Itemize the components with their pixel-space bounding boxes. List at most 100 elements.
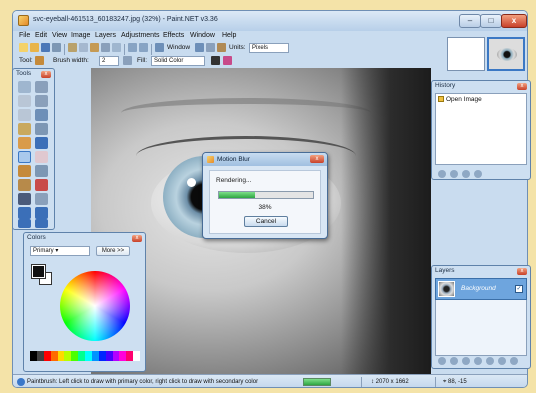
lasso-tool[interactable] (18, 95, 31, 107)
color-picker-tool[interactable] (35, 165, 48, 177)
eraser-tool[interactable] (35, 151, 48, 163)
menu-effects[interactable]: Effects (163, 32, 184, 39)
ruler-icon[interactable] (217, 43, 226, 52)
palette-swatch[interactable] (43, 351, 51, 361)
title-bar[interactable]: svc-eyeball-461513_60183247.jpg (32%) - … (13, 11, 527, 31)
move-down-icon[interactable] (498, 357, 506, 365)
palette-swatch[interactable] (91, 351, 99, 361)
color-mode-select[interactable]: Primary ▾ (30, 246, 90, 256)
palette-swatch[interactable] (36, 351, 44, 361)
palette-swatch[interactable] (64, 351, 72, 361)
move-tool[interactable] (35, 81, 48, 93)
fill-select[interactable]: Solid Color (151, 56, 205, 66)
undo-icon[interactable] (128, 43, 137, 52)
print-icon[interactable] (52, 43, 61, 52)
dialog-close-button[interactable]: x (310, 155, 324, 163)
open-icon[interactable] (30, 43, 39, 52)
layers-panel-close[interactable]: x (517, 268, 527, 275)
cancel-button[interactable]: Cancel (244, 216, 288, 227)
layer-visibility-checkbox[interactable]: ✓ (515, 285, 523, 293)
step-back-icon[interactable] (450, 170, 458, 178)
alpha-blend-icon[interactable] (223, 56, 232, 65)
freeform-shape-tool[interactable] (35, 219, 48, 228)
color-palette[interactable] (30, 351, 140, 361)
paintbrush-icon[interactable] (35, 56, 44, 65)
deselect-icon[interactable] (112, 43, 121, 52)
copy-icon[interactable] (79, 43, 88, 52)
palette-swatch[interactable] (78, 351, 85, 361)
antialias-icon[interactable] (123, 56, 132, 65)
menu-edit[interactable]: Edit (35, 32, 47, 39)
palette-swatch[interactable] (105, 351, 113, 361)
palette-swatch[interactable] (57, 351, 65, 361)
step-forward-icon[interactable] (462, 170, 470, 178)
recolor-tool[interactable] (35, 179, 48, 191)
ellipse-tool[interactable] (18, 219, 31, 228)
redo-icon[interactable] (139, 43, 148, 52)
palette-swatch[interactable] (98, 351, 106, 361)
line-tool[interactable] (35, 193, 48, 205)
pan-tool[interactable] (35, 123, 48, 135)
move-selection-tool[interactable] (35, 95, 48, 107)
history-panel-close[interactable]: x (517, 83, 527, 90)
brush-width-field[interactable]: 2 (99, 56, 119, 66)
paintbrush-tool[interactable] (18, 151, 31, 163)
grid-icon[interactable] (206, 43, 215, 52)
more-colors-button[interactable]: More >> (96, 246, 130, 256)
rectangle-tool[interactable] (18, 207, 31, 219)
palette-swatch[interactable] (133, 351, 140, 361)
zoom-icon[interactable] (155, 43, 164, 52)
maximize-button[interactable]: □ (480, 14, 502, 28)
zoom-tool[interactable] (35, 109, 48, 121)
ellipse-select-tool[interactable] (18, 109, 31, 121)
layer-row-background[interactable]: Background ✓ (435, 278, 527, 300)
layer-properties-icon[interactable] (510, 357, 518, 365)
undo-history-icon[interactable] (438, 170, 446, 178)
palette-swatch[interactable] (119, 351, 127, 361)
primary-color-swatch[interactable] (31, 264, 46, 279)
palette-swatch[interactable] (30, 351, 37, 361)
palette-swatch[interactable] (112, 351, 120, 361)
rounded-rectangle-tool[interactable] (35, 207, 48, 219)
palette-swatch[interactable] (85, 351, 92, 361)
palette-swatch[interactable] (71, 351, 79, 361)
duplicate-layer-icon[interactable] (462, 357, 470, 365)
clone-stamp-tool[interactable] (18, 179, 31, 191)
zoom-window-label[interactable]: Window (167, 44, 190, 51)
close-button[interactable]: x (501, 14, 527, 28)
history-item[interactable]: Open Image (438, 96, 482, 103)
gradient-tool[interactable] (35, 137, 48, 149)
tools-panel-close[interactable]: x (41, 71, 51, 78)
menu-view[interactable]: View (52, 32, 67, 39)
units-select[interactable]: Pixels (249, 43, 289, 53)
thumbnail-eye[interactable] (487, 37, 525, 71)
delete-layer-icon[interactable] (450, 357, 458, 365)
cut-icon[interactable] (68, 43, 77, 52)
save-icon[interactable] (41, 43, 50, 52)
menu-window[interactable]: Window (190, 32, 215, 39)
crop-icon[interactable] (101, 43, 110, 52)
menu-image[interactable]: Image (71, 32, 90, 39)
blend-mode-icon[interactable] (211, 56, 220, 65)
thumbnail-blank[interactable] (447, 37, 485, 71)
text-tool[interactable] (18, 193, 31, 205)
add-layer-icon[interactable] (438, 357, 446, 365)
rectangle-select-tool[interactable] (18, 81, 31, 93)
paste-icon[interactable] (90, 43, 99, 52)
menu-adjustments[interactable]: Adjustments (121, 32, 160, 39)
menu-help[interactable]: Help (222, 32, 236, 39)
paint-bucket-tool[interactable] (18, 137, 31, 149)
zoom-in-icon[interactable] (195, 43, 204, 52)
minimize-button[interactable]: – (459, 14, 481, 28)
magic-wand-tool[interactable] (18, 123, 31, 135)
colors-panel-close[interactable]: x (132, 235, 142, 242)
palette-swatch[interactable] (50, 351, 58, 361)
dialog-title-bar[interactable]: Motion Blur x (203, 153, 327, 166)
move-up-icon[interactable] (486, 357, 494, 365)
merge-layer-icon[interactable] (474, 357, 482, 365)
palette-swatch[interactable] (126, 351, 134, 361)
pencil-tool[interactable] (18, 165, 31, 177)
new-icon[interactable] (19, 43, 28, 52)
menu-file[interactable]: File (19, 32, 30, 39)
redo-history-icon[interactable] (474, 170, 482, 178)
